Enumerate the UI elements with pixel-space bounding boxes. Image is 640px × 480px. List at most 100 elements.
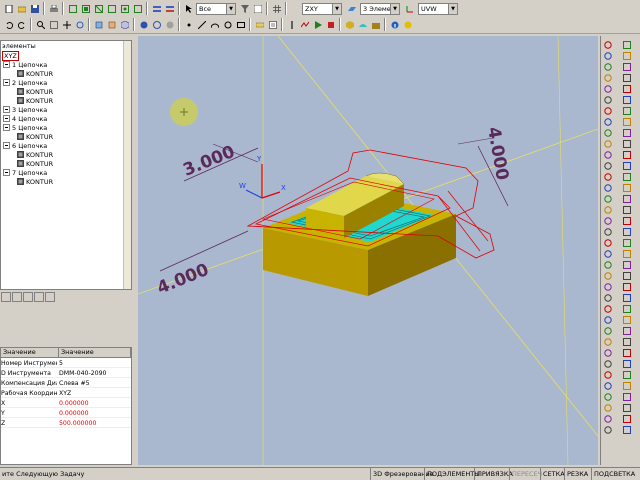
edit-tool-icon[interactable] <box>622 95 632 105</box>
edit-tool-icon[interactable] <box>622 40 632 50</box>
edit-tool-icon[interactable] <box>622 73 632 83</box>
select-box-icon[interactable] <box>105 2 118 15</box>
edit-tool-icon[interactable] <box>622 414 632 424</box>
edit-tool-icon[interactable] <box>622 315 632 325</box>
pan-icon[interactable] <box>60 18 73 31</box>
edit-tool-icon[interactable] <box>622 326 632 336</box>
tree-chain-item[interactable]: 6 Цепочка <box>3 142 47 151</box>
tree-chain-item[interactable]: 1 Цепочка <box>3 61 47 70</box>
edit-tool-icon[interactable] <box>622 238 632 248</box>
draw-tool-icon[interactable] <box>603 40 613 50</box>
property-row[interactable]: Z 500.000000 <box>1 419 131 428</box>
simulate-icon[interactable] <box>311 18 324 31</box>
tree-contour-item[interactable]: KONTUR <box>17 70 53 79</box>
tree-chain-item[interactable]: 3 Цепочка <box>3 106 47 115</box>
draw-tool-icon[interactable] <box>603 161 613 171</box>
tree-chain-item[interactable]: 4 Цепочка <box>3 115 47 124</box>
properties-icon[interactable] <box>266 18 279 31</box>
draw-tool-icon[interactable] <box>603 348 613 358</box>
draw-tool-icon[interactable] <box>603 128 613 138</box>
draw-tool-icon[interactable] <box>603 337 613 347</box>
surface-icon[interactable] <box>356 18 369 31</box>
plane-combo[interactable]: ZXY ▼ <box>302 3 342 15</box>
edit-tool-icon[interactable] <box>622 348 632 358</box>
view-front-icon[interactable] <box>105 18 118 31</box>
axis-icon[interactable] <box>403 2 416 15</box>
draw-tool-icon[interactable] <box>603 194 613 204</box>
draw-tool-icon[interactable] <box>603 117 613 127</box>
tree-tab-icon[interactable] <box>34 292 44 302</box>
tree-contour-item[interactable]: KONTUR <box>17 133 53 142</box>
draw-tool-icon[interactable] <box>603 172 613 182</box>
edit-tool-icon[interactable] <box>622 403 632 413</box>
filter-icon[interactable] <box>238 2 251 15</box>
tree-tab-icon[interactable] <box>12 292 22 302</box>
wireframe-icon[interactable] <box>150 18 163 31</box>
draw-tool-icon[interactable] <box>603 84 613 94</box>
tree-tab-icon[interactable] <box>23 292 33 302</box>
property-row[interactable]: Рабочая КоординатаXYZ <box>1 389 131 398</box>
tree-contour-item[interactable]: KONTUR <box>17 178 53 187</box>
plane-icon[interactable] <box>345 2 358 15</box>
edit-tool-icon[interactable] <box>622 139 632 149</box>
draw-tool-icon[interactable] <box>603 326 613 336</box>
select-box-icon[interactable] <box>92 2 105 15</box>
select-box-icon[interactable] <box>131 2 144 15</box>
draw-tool-icon[interactable] <box>603 315 613 325</box>
rotate-icon[interactable] <box>73 18 86 31</box>
draw-tool-icon[interactable] <box>603 62 613 72</box>
draw-tool-icon[interactable] <box>603 183 613 193</box>
draw-tool-icon[interactable] <box>603 304 613 314</box>
save-icon[interactable] <box>28 2 41 15</box>
edit-tool-icon[interactable] <box>622 282 632 292</box>
uvw-combo[interactable]: UVW ▼ <box>418 3 458 15</box>
property-row[interactable]: Y 0.000000 <box>1 409 131 418</box>
draw-tool-icon[interactable] <box>603 359 613 369</box>
draw-tool-icon[interactable] <box>603 293 613 303</box>
edit-tool-icon[interactable] <box>622 304 632 314</box>
solid-icon[interactable] <box>343 18 356 31</box>
draw-tool-icon[interactable] <box>603 403 613 413</box>
draw-tool-icon[interactable] <box>603 260 613 270</box>
edit-tool-icon[interactable] <box>622 425 632 435</box>
property-row[interactable]: Компенсация Диам...Слева #5 <box>1 379 131 388</box>
tree-chain-item[interactable]: 5 Цепочка <box>3 124 47 133</box>
property-row[interactable]: Номер Инструмента5 <box>1 359 131 368</box>
print-icon[interactable] <box>47 2 60 15</box>
draw-tool-icon[interactable] <box>603 205 613 215</box>
tool-icon[interactable] <box>285 18 298 31</box>
edit-tool-icon[interactable] <box>622 227 632 237</box>
edit-tool-icon[interactable] <box>622 183 632 193</box>
draw-tool-icon[interactable] <box>603 425 613 435</box>
edit-tool-icon[interactable] <box>622 205 632 215</box>
point-icon[interactable] <box>182 18 195 31</box>
edit-tool-icon[interactable] <box>622 381 632 391</box>
draw-tool-icon[interactable] <box>603 370 613 380</box>
draw-tool-icon[interactable] <box>603 381 613 391</box>
3d-viewport[interactable]: 3.000 4.000 4.000 X W Y <box>138 36 598 465</box>
edit-tool-icon[interactable] <box>622 359 632 369</box>
circle-icon[interactable] <box>221 18 234 31</box>
tree-contour-item[interactable]: KONTUR <box>17 88 53 97</box>
layers-icon[interactable] <box>150 2 163 15</box>
property-row[interactable]: X 0.000000 <box>1 399 131 408</box>
info-icon[interactable] <box>388 18 401 31</box>
status-intersect[interactable]: ПЕРЕСЕЧ <box>509 468 542 480</box>
draw-tool-icon[interactable] <box>603 414 613 424</box>
draw-tool-icon[interactable] <box>603 238 613 248</box>
status-snap[interactable]: ПРИВЯЗКА <box>474 468 513 480</box>
tree-tab-icon[interactable] <box>45 292 55 302</box>
draw-tool-icon[interactable] <box>603 73 613 83</box>
edit-tool-icon[interactable] <box>622 150 632 160</box>
edit-tool-icon[interactable] <box>622 260 632 270</box>
open-folder-icon[interactable] <box>15 2 28 15</box>
stop-icon[interactable] <box>324 18 337 31</box>
edit-tool-icon[interactable] <box>622 271 632 281</box>
toolpath-icon[interactable] <box>298 18 311 31</box>
tree-contour-item[interactable]: KONTUR <box>17 151 53 160</box>
property-row[interactable]: D Инструмента DMM-040-2090 <box>1 369 131 378</box>
select-box-icon[interactable] <box>66 2 79 15</box>
status-grid[interactable]: СЕТКА <box>540 468 565 480</box>
tree-chain-item[interactable]: 2 Цепочка <box>3 79 47 88</box>
draw-tool-icon[interactable] <box>603 95 613 105</box>
